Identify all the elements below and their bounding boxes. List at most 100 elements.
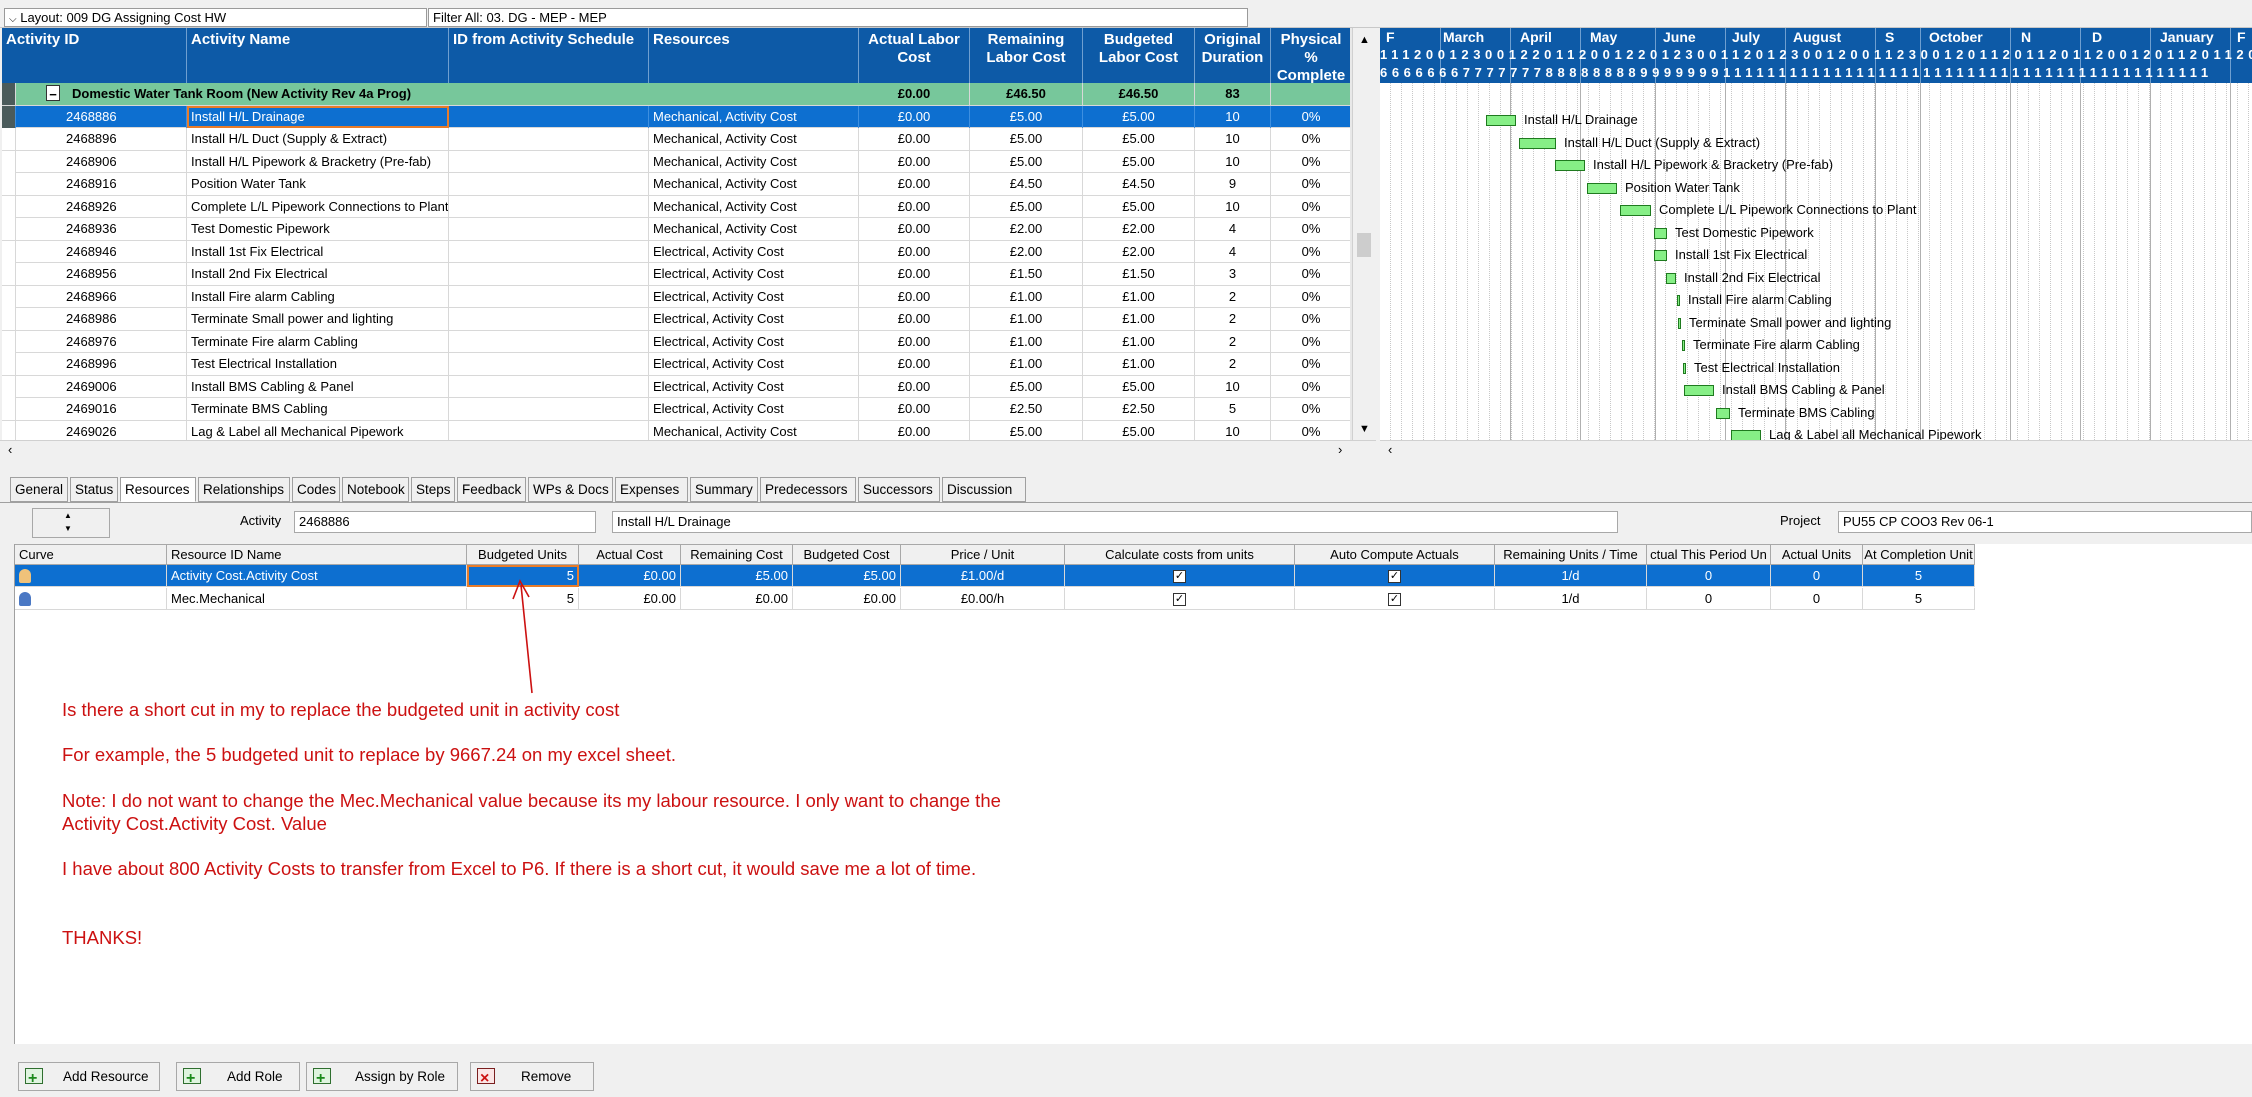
original-duration-cell[interactable]: 4 <box>1195 240 1271 263</box>
original-duration-cell[interactable]: 9 <box>1195 173 1271 195</box>
gantt-bar[interactable] <box>1519 137 1556 149</box>
res-col-at-completion-unit[interactable]: At Completion Unit <box>1863 544 1975 565</box>
curve-cell[interactable] <box>15 565 167 587</box>
original-duration-cell[interactable]: 3 <box>1195 263 1271 285</box>
activity-name-cell[interactable]: Install Fire alarm Cabling <box>187 285 449 308</box>
physical-complete-cell[interactable]: 0% <box>1271 218 1352 240</box>
gantt-bar[interactable] <box>1731 430 1761 440</box>
actual-labor-cost-cell[interactable]: £0.00 <box>859 285 970 308</box>
res-col-auto-compute-actuals[interactable]: Auto Compute Actuals <box>1295 544 1495 565</box>
budgeted-labor-cost-cell[interactable]: £5.00 <box>1083 195 1195 218</box>
col-actual-labor-cost[interactable]: Actual Labor Cost <box>859 28 970 83</box>
activity-name-cell[interactable]: Install 1st Fix Electrical <box>187 240 449 263</box>
scroll-right-icon[interactable]: › <box>1338 442 1342 457</box>
gantt-bar[interactable] <box>1684 385 1714 396</box>
physical-complete-cell[interactable]: 0% <box>1271 263 1352 285</box>
budgeted-labor-cost-cell[interactable]: £5.00 <box>1083 128 1195 150</box>
budgeted-labor-cost-cell[interactable]: £2.50 <box>1083 398 1195 420</box>
original-duration-cell[interactable]: 4 <box>1195 218 1271 240</box>
schedule-id-cell[interactable] <box>449 308 649 330</box>
physical-complete-cell[interactable]: 0% <box>1271 195 1352 218</box>
physical-complete-cell[interactable]: 0% <box>1271 375 1352 398</box>
activity-name-cell[interactable]: Install H/L Drainage <box>187 105 449 128</box>
tab-general[interactable]: General <box>10 477 68 502</box>
res-remaining-cell[interactable]: £0.00 <box>681 588 793 610</box>
tab-notebook[interactable]: Notebook <box>342 477 409 502</box>
remaining-labor-cost-cell[interactable]: £5.00 <box>970 375 1083 398</box>
resources-cell[interactable]: Mechanical, Activity Cost <box>649 218 859 240</box>
physical-complete-cell[interactable]: 0% <box>1271 353 1352 375</box>
up-arrow-icon[interactable]: ▲ <box>64 511 72 520</box>
checkbox-checked-icon[interactable]: ✓ <box>1388 570 1401 584</box>
tab-wps-docs[interactable]: WPs & Docs <box>528 477 613 502</box>
remaining-labor-cost-cell[interactable]: £1.00 <box>970 285 1083 308</box>
res-col-price-unit[interactable]: Price / Unit <box>901 544 1065 565</box>
actual-labor-cost-cell[interactable]: £0.00 <box>859 375 970 398</box>
table-row[interactable]: 2468956 Install 2nd Fix Electrical Electri… <box>2 263 1352 286</box>
res-au-cell[interactable]: 0 <box>1771 565 1863 587</box>
gantt-bar[interactable] <box>1683 362 1686 374</box>
resources-cell[interactable]: Electrical, Activity Cost <box>649 330 859 353</box>
grid-vertical-scrollbar[interactable]: ▲ ▼ <box>1352 28 1376 440</box>
grid-horizontal-scrollbar[interactable]: ‹ › <box>0 440 1376 460</box>
table-row[interactable]: 2468946 Install 1st Fix Electrical Electri… <box>2 240 1352 263</box>
col-physical-complete[interactable]: Physical % Complete <box>1271 28 1352 83</box>
gantt-horizontal-scrollbar[interactable]: ‹ <box>1380 440 2252 460</box>
tab-expenses[interactable]: Expenses <box>615 477 688 502</box>
actual-labor-cost-cell[interactable]: £0.00 <box>859 353 970 375</box>
remaining-labor-cost-cell[interactable]: £1.00 <box>970 308 1083 330</box>
tab-status[interactable]: Status <box>70 477 118 502</box>
res-remaining-cell[interactable]: £5.00 <box>681 565 793 587</box>
resources-cell[interactable]: Electrical, Activity Cost <box>649 353 859 375</box>
activity-id-cell[interactable]: 2469016 <box>62 398 187 420</box>
res-col-actual-units[interactable]: Actual Units <box>1771 544 1863 565</box>
table-row[interactable]: 2468906 Install H/L Pipework & Bracketry … <box>2 150 1352 173</box>
actual-labor-cost-cell[interactable]: £0.00 <box>859 308 970 330</box>
physical-complete-cell[interactable]: 0% <box>1271 308 1352 330</box>
table-row[interactable]: 2468896 Install H/L Duct (Supply & Extrac… <box>2 128 1352 151</box>
table-row[interactable]: 2468986 Terminate Small power and lightin… <box>2 308 1352 331</box>
physical-complete-cell[interactable]: 0% <box>1271 240 1352 263</box>
resources-cell[interactable]: Electrical, Activity Cost <box>649 308 859 330</box>
col-activity-name[interactable]: Activity Name <box>187 28 449 83</box>
res-acu-cell[interactable]: 5 <box>1863 588 1975 610</box>
budgeted-labor-cost-cell[interactable]: £1.50 <box>1083 263 1195 285</box>
activity-name-cell[interactable]: Position Water Tank <box>187 173 449 195</box>
res-col-budgeted-cost[interactable]: Budgeted Cost <box>793 544 901 565</box>
table-row[interactable]: 2468996 Test Electrical Installation Elect… <box>2 353 1352 376</box>
activity-name-cell[interactable]: Complete L/L Pipework Connections to Pla… <box>187 195 449 218</box>
activity-name-field[interactable]: Install H/L Drainage <box>612 511 1618 533</box>
table-row[interactable]: 2468916 Position Water Tank Mechanical, Ac… <box>2 173 1352 196</box>
res-acu-cell[interactable]: 5 <box>1863 565 1975 587</box>
checkbox-checked-icon[interactable]: ✓ <box>1173 593 1186 607</box>
activity-id-cell[interactable]: 2468966 <box>62 285 187 308</box>
physical-complete-cell[interactable]: 0% <box>1271 285 1352 308</box>
res-col-remaining-units-time[interactable]: Remaining Units / Time <box>1495 544 1647 565</box>
activity-id-cell[interactable]: 2468996 <box>62 353 187 375</box>
tab-discussion[interactable]: Discussion <box>942 477 1026 502</box>
table-row[interactable]: 2469006 Install BMS Cabling & Panel Electr… <box>2 375 1352 398</box>
auto-compute-checkbox[interactable]: ✓ <box>1295 588 1495 610</box>
gantt-bar[interactable] <box>1486 115 1516 126</box>
original-duration-cell[interactable]: 2 <box>1195 330 1271 353</box>
res-actual-cell[interactable]: £0.00 <box>579 588 681 610</box>
res-budgeted-cell[interactable]: £0.00 <box>793 588 901 610</box>
res-col-curve[interactable]: Curve <box>15 544 167 565</box>
remaining-labor-cost-cell[interactable]: £5.00 <box>970 150 1083 173</box>
activity-id-cell[interactable]: 2469006 <box>62 375 187 398</box>
schedule-id-cell[interactable] <box>449 330 649 353</box>
schedule-id-cell[interactable] <box>449 353 649 375</box>
gantt-bar[interactable] <box>1555 160 1585 171</box>
schedule-id-cell[interactable] <box>449 263 649 285</box>
resources-cell[interactable]: Electrical, Activity Cost <box>649 375 859 398</box>
col-activity-id[interactable]: Activity ID <box>2 28 187 83</box>
actual-labor-cost-cell[interactable]: £0.00 <box>859 173 970 195</box>
res-atp-cell[interactable]: 0 <box>1647 588 1771 610</box>
res-col-ctual-this-period-un[interactable]: ctual This Period Un <box>1647 544 1771 565</box>
remaining-labor-cost-cell[interactable]: £1.50 <box>970 263 1083 285</box>
activity-id-cell[interactable]: 2468926 <box>62 195 187 218</box>
tab-predecessors[interactable]: Predecessors <box>760 477 856 502</box>
curve-cell[interactable] <box>15 588 167 610</box>
table-row[interactable]: 2469016 Terminate BMS Cabling Electrical, … <box>2 398 1352 421</box>
activity-id-cell[interactable]: 2468886 <box>62 105 187 128</box>
